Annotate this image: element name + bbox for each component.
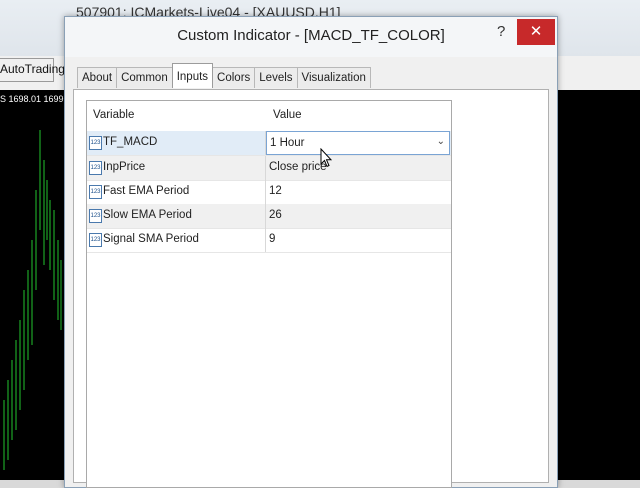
variable-value[interactable]: 26 bbox=[269, 209, 282, 221]
tab-colors[interactable]: Colors bbox=[212, 67, 256, 88]
variable-name: InpPrice bbox=[103, 161, 146, 173]
price-chart[interactable]: S 1698.01 1699.20 bbox=[0, 90, 64, 480]
inputs-panel: Variable Value 123 TF_MACD 1 Hour ⌄ 123 … bbox=[73, 89, 549, 488]
table-row[interactable]: 123 Signal SMA Period 9 bbox=[87, 228, 451, 253]
table-row[interactable]: 123 Slow EMA Period 26 bbox=[87, 204, 451, 229]
autotrading-label: AutoTrading bbox=[0, 62, 65, 76]
integer-icon: 123 bbox=[89, 209, 102, 223]
variable-name: Signal SMA Period bbox=[103, 233, 199, 245]
dialog-tabs: About Common Inputs Colors Levels Visual… bbox=[77, 63, 371, 89]
candles-chart bbox=[3, 130, 62, 470]
variable-name: Fast EMA Period bbox=[103, 185, 190, 197]
integer-icon: 123 bbox=[89, 136, 102, 150]
dialog-title: Custom Indicator - [MACD_TF_COLOR] bbox=[177, 27, 445, 44]
inputs-grid: Variable Value 123 TF_MACD 1 Hour ⌄ 123 … bbox=[86, 100, 452, 488]
table-row[interactable]: 123 Fast EMA Period 12 bbox=[87, 180, 451, 205]
table-row[interactable]: 123 InpPrice Close price bbox=[87, 156, 451, 181]
chart-price-header: S 1698.01 1699.20 bbox=[0, 94, 64, 104]
integer-icon: 123 bbox=[89, 233, 102, 247]
variable-value[interactable]: Close price bbox=[269, 161, 327, 173]
price-chart-right[interactable] bbox=[556, 90, 640, 480]
header-variable[interactable]: Variable bbox=[93, 109, 134, 121]
dialog-titlebar[interactable]: Custom Indicator - [MACD_TF_COLOR] ? ✕ bbox=[65, 17, 557, 57]
integer-icon: 123 bbox=[89, 161, 102, 175]
help-button[interactable]: ? bbox=[497, 23, 505, 40]
custom-indicator-dialog: Custom Indicator - [MACD_TF_COLOR] ? ✕ A… bbox=[64, 16, 558, 488]
tab-common[interactable]: Common bbox=[116, 67, 173, 88]
variable-name: TF_MACD bbox=[103, 136, 158, 148]
chevron-down-icon[interactable]: ⌄ bbox=[437, 136, 445, 147]
tab-levels[interactable]: Levels bbox=[254, 67, 298, 88]
variable-name: Slow EMA Period bbox=[103, 209, 192, 221]
integer-icon: 123 bbox=[89, 185, 102, 199]
grid-header: Variable Value bbox=[87, 101, 451, 131]
tf-macd-select[interactable]: 1 Hour ⌄ bbox=[266, 131, 450, 155]
tab-inputs[interactable]: Inputs bbox=[171, 63, 214, 88]
close-button[interactable]: ✕ bbox=[517, 19, 555, 45]
dropdown-value: 1 Hour bbox=[270, 137, 305, 149]
table-row[interactable]: 123 TF_MACD 1 Hour ⌄ bbox=[87, 131, 451, 156]
mouse-cursor-icon bbox=[320, 148, 332, 168]
header-value[interactable]: Value bbox=[273, 109, 302, 121]
variable-value[interactable]: 12 bbox=[269, 185, 282, 197]
tab-visualization[interactable]: Visualization bbox=[296, 67, 371, 88]
variable-value[interactable]: 9 bbox=[269, 233, 275, 245]
tab-about[interactable]: About bbox=[77, 67, 118, 88]
